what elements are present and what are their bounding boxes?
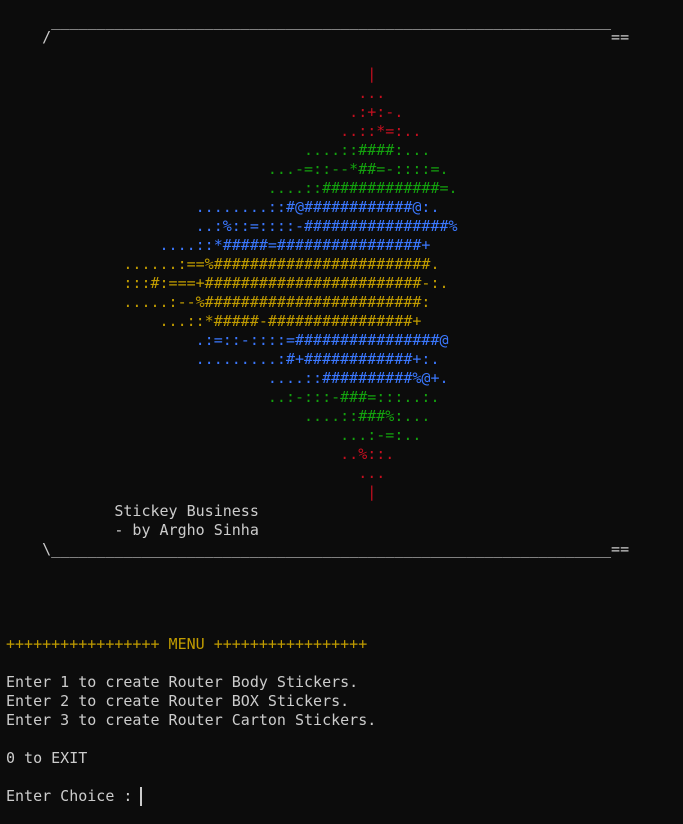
art-line: .....:--%########################: <box>6 293 431 311</box>
art-line: ... <box>6 464 386 482</box>
menu-option-1: Enter 1 to create Router Body Stickers. <box>6 673 359 691</box>
banner-author: - by Argho Sinha <box>6 521 259 539</box>
art-line: ..%::. <box>6 445 395 463</box>
menu-exit-option: 0 to EXIT <box>6 749 88 767</box>
art-line: ..::*=:.. <box>6 122 422 140</box>
art-line: | <box>6 65 377 83</box>
art-line: ....::####:... <box>6 141 431 159</box>
art-line: ....::##########%@+. <box>6 369 449 387</box>
art-line: ......:==%########################. <box>6 255 440 273</box>
menu-header: +++++++++++++++++ MENU +++++++++++++++++ <box>6 635 368 653</box>
art-line: ........::#@############@:. <box>6 198 440 216</box>
banner-title: Stickey Business <box>6 502 259 520</box>
menu-option-3: Enter 3 to create Router Carton Stickers… <box>6 711 377 729</box>
art-line: .:=::-::::=################@ <box>6 331 449 349</box>
banner-bottom-border: \_______________________________________… <box>6 540 630 558</box>
art-line: ...:-=:.. <box>6 426 422 444</box>
banner-top-border-2: / == <box>6 28 630 46</box>
text-cursor[interactable] <box>140 787 142 806</box>
art-line: | <box>6 483 377 501</box>
terminal-window[interactable]: ________________________________________… <box>0 0 683 824</box>
art-line: ....::#############=. <box>6 179 458 197</box>
art-line: .........:#+############+:. <box>6 350 440 368</box>
art-line: .:+:-. <box>6 103 404 121</box>
menu-option-2: Enter 2 to create Router BOX Stickers. <box>6 692 350 710</box>
art-line: ...::*#####-################+ <box>6 312 422 330</box>
art-line: ..:-:::-###=:::..:. <box>6 388 440 406</box>
art-line: ...-=::--*##=-::::=. <box>6 160 449 178</box>
art-line: ....::*#####=################+ <box>6 236 431 254</box>
art-line: ....::###%:... <box>6 407 431 425</box>
art-line: ... <box>6 84 386 102</box>
choice-prompt[interactable]: Enter Choice : <box>6 787 141 806</box>
art-line: :::#:===+########################-:. <box>6 274 449 292</box>
art-line: ..:%::=::::-################% <box>6 217 458 235</box>
